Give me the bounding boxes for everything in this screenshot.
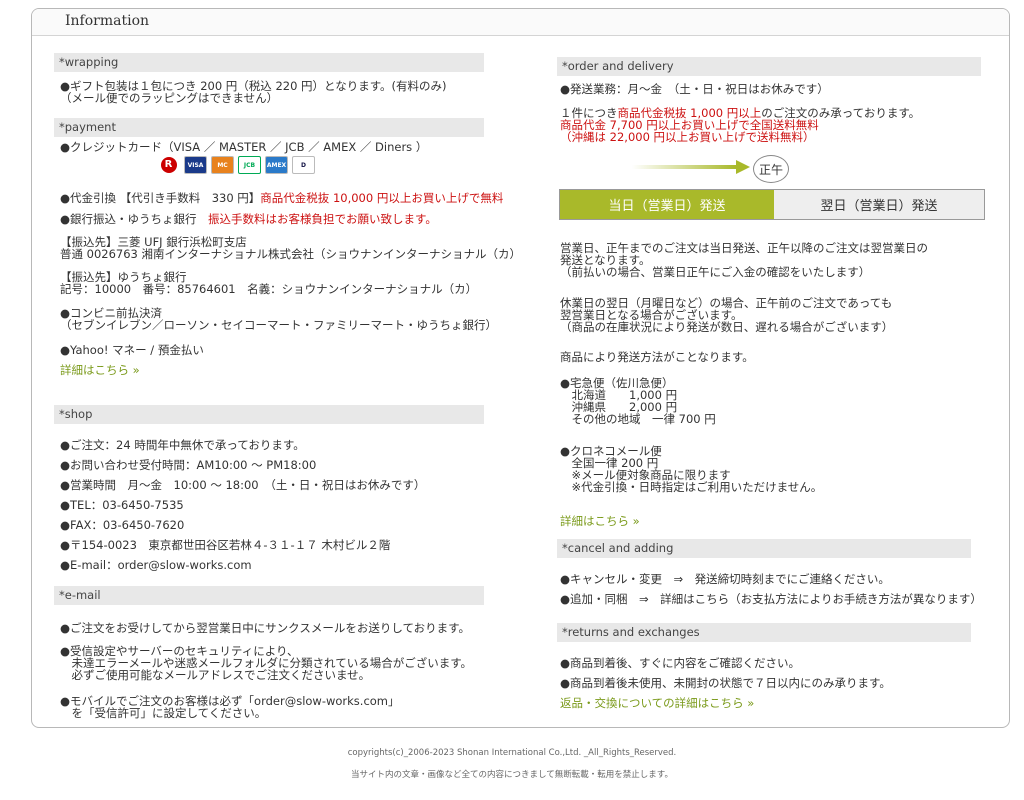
section-returns: *returns and exchanges	[557, 623, 971, 642]
tab-same-day[interactable]: 当日（営業日）発送	[560, 190, 774, 219]
section-order: *order and delivery	[557, 57, 981, 76]
shop-item: ●E-mail：order@slow-works.com	[60, 558, 252, 572]
email-line: 必ずご使用可能なメールアドレスでご注文くださいませ。	[60, 668, 371, 682]
shop-item: ●お問い合わせ受付時間：AM10:00 ～ PM18:00	[60, 458, 317, 472]
shop-item: ●FAX：03-6450-7620	[60, 518, 185, 532]
returns-line-1: ●商品到着後、すぐに内容をご確認ください。	[560, 656, 801, 670]
cvs-line-2: （セブンイレブン／ローソン・セイコーマート・ファミリーマート・ゆうちょ銀行）	[60, 318, 497, 332]
diners-icon: D	[292, 156, 315, 174]
footer-notice: 当サイト内の文章・画像など全ての内容につきまして無断転載・転用を禁止します。	[351, 770, 673, 780]
arrow-right-icon	[632, 160, 750, 174]
tab-next-day[interactable]: 翌日（営業日）発送	[774, 190, 984, 219]
jcb-icon: JCB	[238, 156, 261, 174]
email-line: ●ご注文をお受けしてから翌営業日中にサンクスメールをお送りしております。	[60, 621, 471, 635]
cancel-line-1: ●キャンセル・変更 ⇒ 発送締切時刻までにご連絡ください。	[560, 572, 890, 586]
order-method: 商品により発送方法がことなります。	[560, 350, 754, 364]
shop-item: ●〒154-0023 東京都世田谷区若林４-３１-１７ 木村ビル２階	[60, 538, 391, 552]
section-payment: *payment	[54, 118, 484, 137]
order-hours: ●発送業務：月～金 （土・日・祝日はお休みです）	[560, 82, 829, 96]
card-logos: R VISA MC JCB AMEX D	[157, 156, 315, 174]
section-cancel: *cancel and adding	[557, 539, 971, 558]
wrapping-line-2: （メール便でのラッピングはできません）	[60, 91, 279, 105]
payment-credit-card: ●クレジットカード（VISA ／ MASTER ／ JCB ／ AMEX ／ D…	[60, 140, 428, 154]
visa-icon: VISA	[184, 156, 207, 174]
cancel-line-2: ●追加・同梱 ⇒ 詳細はこちら（お支払方法によりお手続き方法が異なります）	[560, 592, 982, 606]
footer-copyright: copyrights(c)_2006-2023 Shonan Internati…	[347, 748, 677, 758]
amex-icon: AMEX	[265, 156, 288, 174]
noon-badge: 正午	[753, 155, 789, 183]
payment-cod: ●代金引換 【代引き手数料 330 円】商品代金税抜 10,000 円以上お買い…	[60, 191, 504, 205]
returns-more-link[interactable]: 返品・交換についての詳細はこちら »	[560, 697, 754, 709]
section-email: *e-mail	[54, 586, 484, 605]
payment-more-link[interactable]: 詳細はこちら »	[60, 364, 140, 376]
express-line: その他の地域 一律 700 円	[560, 412, 716, 426]
mastercard-icon: MC	[211, 156, 234, 174]
order-desc: （前払いの場合、営業日正午にご入金の確認をいたします）	[560, 265, 871, 279]
order-more-link[interactable]: 詳細はこちら »	[560, 515, 640, 527]
shop-item: ●TEL：03-6450-7535	[60, 498, 184, 512]
panel-title: Information	[65, 13, 150, 29]
panel-header	[32, 9, 1009, 36]
order-free-shipping-okinawa: （沖縄は 22,000 円以上お買い上げで送料無料）	[560, 130, 815, 144]
payment-yahoo: ●Yahoo! マネー / 預金払い	[60, 343, 204, 357]
mail-line: ※代金引換・日時指定はご利用いただけません。	[560, 480, 823, 494]
section-shop: *shop	[54, 405, 484, 424]
shop-item: ●ご注文：24 時間年中無休で承っております。	[60, 438, 305, 452]
returns-line-2: ●商品到着後未使用、未開封の状態で７日以内にのみ承ります。	[560, 676, 891, 690]
order-desc: （商品の在庫状況により発送が数日、遅れる場合がございます）	[560, 320, 894, 334]
shop-item: ●営業時間 月～金 10:00 ～ 18:00 （土・日・祝日はお休みです）	[60, 478, 426, 492]
ufj-line-2: 普通 0026763 湘南インターナショナル株式会社（ショウナンインターナショナ…	[60, 247, 522, 261]
information-panel: Information *wrapping ●ギフト包装は１包につき 200 円…	[31, 8, 1010, 728]
rakuten-icon: R	[157, 156, 180, 174]
yucho-line-2: 記号：10000 番号：85764601 名義：ショウナンインターナショナル（カ…	[60, 282, 478, 296]
section-wrapping: *wrapping	[54, 53, 484, 72]
email-line: を「受信許可」に設定してください。	[60, 706, 267, 720]
delivery-tabs: 当日（営業日）発送 翌日（営業日）発送	[559, 189, 985, 220]
payment-bank: ●銀行振込・ゆうちょ銀行 振込手数料はお客様負担でお願い致します。	[60, 212, 437, 226]
